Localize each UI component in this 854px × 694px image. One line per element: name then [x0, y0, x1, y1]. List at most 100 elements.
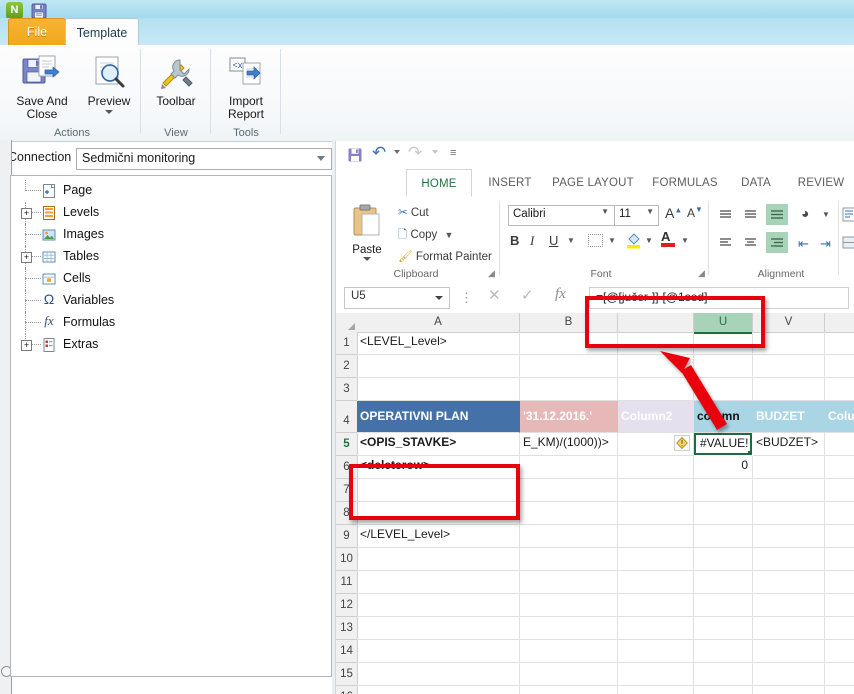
table-row[interactable]	[618, 456, 694, 479]
table-row[interactable]	[753, 640, 825, 663]
table-row[interactable]	[825, 456, 854, 479]
column-header-a[interactable]: A	[357, 313, 520, 333]
table-row[interactable]	[520, 502, 618, 525]
chevron-down-icon[interactable]: ▼	[601, 207, 609, 216]
table-row[interactable]	[357, 663, 520, 686]
tab-formulas[interactable]: FORMULAS	[645, 169, 725, 197]
table-row[interactable]	[357, 686, 520, 694]
table-row[interactable]	[618, 378, 694, 401]
table-row[interactable]	[520, 548, 618, 571]
decrease-indent-icon[interactable]: ⇤	[798, 236, 809, 252]
row-header-15[interactable]: 15	[336, 663, 358, 686]
tab-review[interactable]: REVIEW	[788, 169, 854, 197]
table-row[interactable]	[753, 571, 825, 594]
table-row[interactable]	[753, 502, 825, 525]
table-row[interactable]	[753, 355, 825, 378]
table-row[interactable]	[618, 663, 694, 686]
fill-color-button[interactable]	[626, 232, 641, 252]
table-row[interactable]	[825, 332, 854, 355]
table-row[interactable]	[694, 663, 753, 686]
connection-select[interactable]: Sedmični monitoring	[76, 148, 332, 170]
cut-button[interactable]: ✂ Cut	[398, 205, 429, 219]
table-row[interactable]	[753, 378, 825, 401]
table-row[interactable]	[825, 433, 854, 456]
tab-template[interactable]: Template	[65, 18, 139, 48]
fill-handle[interactable]	[748, 451, 750, 453]
align-left-button[interactable]	[717, 235, 734, 254]
preview-dropdown-caret-icon[interactable]	[105, 110, 113, 114]
table-row[interactable]	[694, 571, 753, 594]
font-size-select[interactable]: 11 ▼	[614, 205, 659, 226]
table-row[interactable]	[520, 525, 618, 548]
table-row[interactable]	[753, 617, 825, 640]
table-row[interactable]	[825, 686, 854, 694]
orientation-dropdown-caret-icon[interactable]: ▼	[822, 210, 830, 219]
table-header-cell[interactable]: column	[694, 401, 753, 433]
table-row[interactable]	[825, 594, 854, 617]
table-row[interactable]	[694, 617, 753, 640]
insert-function-icon[interactable]: fx	[555, 286, 566, 303]
font-dialog-launcher[interactable]: ◢	[698, 268, 705, 279]
table-row[interactable]	[618, 594, 694, 617]
grow-font-button[interactable]: A▲	[665, 205, 682, 221]
wrap-text-icon[interactable]	[842, 207, 854, 225]
table-row[interactable]	[694, 594, 753, 617]
align-bottom-button[interactable]	[766, 204, 788, 225]
table-row[interactable]	[825, 571, 854, 594]
orientation-icon[interactable]: ◕	[801, 205, 809, 221]
align-top-button[interactable]	[717, 207, 734, 226]
table-row[interactable]	[825, 355, 854, 378]
selected-cell-u5[interactable]: #VALUE!	[694, 433, 752, 455]
chevron-down-icon[interactable]	[317, 156, 325, 161]
customize-qat-icon[interactable]: ≡	[450, 147, 456, 159]
table-header-cell[interactable]: OPERATIVNI PLAN	[357, 401, 520, 433]
row-header-12[interactable]: 12	[336, 594, 358, 617]
table-row[interactable]: <BUDZET>	[753, 433, 825, 456]
tree-item-extras[interactable]: + Extras	[11, 334, 329, 356]
tree-item-page[interactable]: Page	[11, 180, 329, 202]
table-row[interactable]	[618, 525, 694, 548]
merge-center-icon[interactable]	[842, 235, 854, 253]
table-row[interactable]	[753, 686, 825, 694]
quick-save-icon[interactable]	[31, 3, 47, 19]
table-row[interactable]	[357, 617, 520, 640]
import-report-button[interactable]: <x Import Report	[216, 53, 276, 121]
borders-icon[interactable]	[588, 234, 603, 247]
redo-icon[interactable]: ↷	[408, 143, 422, 163]
formula-bar-handle[interactable]: ⋮	[460, 290, 474, 306]
table-row[interactable]	[520, 479, 618, 502]
table-row[interactable]	[618, 640, 694, 663]
name-box[interactable]: U5	[344, 287, 450, 309]
table-row[interactable]	[694, 640, 753, 663]
table-row[interactable]: 0	[694, 456, 753, 479]
copy-button[interactable]: 🗋 Copy ▼	[398, 227, 453, 246]
align-center-button[interactable]	[742, 235, 759, 254]
table-row[interactable]	[618, 433, 694, 456]
table-row[interactable]	[618, 548, 694, 571]
clipboard-dialog-launcher[interactable]: ◢	[488, 268, 495, 279]
tab-page-layout[interactable]: PAGE LAYOUT	[545, 169, 641, 197]
excel-save-icon[interactable]	[347, 147, 363, 166]
tab-data[interactable]: DATA	[730, 169, 782, 197]
tree-item-levels[interactable]: + Levels	[11, 202, 329, 224]
table-row[interactable]	[618, 355, 694, 378]
table-row[interactable]	[520, 456, 618, 479]
table-row[interactable]	[357, 355, 520, 378]
cancel-x-icon[interactable]: ✕	[488, 286, 501, 304]
tree-item-variables[interactable]: Ω Variables	[11, 290, 329, 312]
table-row[interactable]	[618, 617, 694, 640]
table-row[interactable]	[753, 456, 825, 479]
row-header-9[interactable]: 9	[336, 525, 358, 548]
table-row[interactable]	[618, 502, 694, 525]
font-color-button[interactable]: A	[661, 230, 675, 247]
table-row[interactable]	[825, 663, 854, 686]
table-row[interactable]	[357, 548, 520, 571]
table-row[interactable]	[694, 686, 753, 694]
fill-color-dropdown-caret-icon[interactable]: ▼	[645, 236, 653, 245]
row-header-4[interactable]: 4	[336, 401, 358, 433]
table-row[interactable]	[618, 571, 694, 594]
table-header-cell[interactable]: Colu	[825, 401, 854, 433]
table-header-cell[interactable]: BUDZET	[753, 401, 825, 433]
undo-icon[interactable]: ↶	[372, 143, 386, 163]
save-and-close-button[interactable]: Save And Close	[6, 53, 78, 121]
